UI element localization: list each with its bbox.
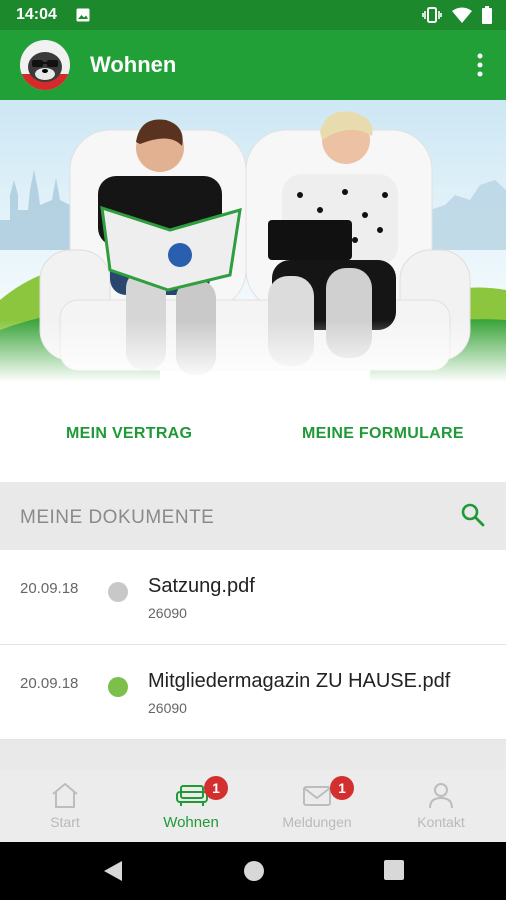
document-name: Satzung.pdf	[148, 575, 255, 597]
vibrate-icon	[422, 7, 442, 23]
status-bar: 14:04	[0, 0, 506, 30]
document-name: Mitgliedermagazin ZU HAUSE.pdf	[148, 670, 451, 692]
mail-icon	[303, 786, 331, 806]
nav-item-kontakt[interactable]: Kontakt	[378, 770, 504, 842]
documents-title: MEINE DOKUMENTE	[20, 507, 215, 528]
document-row[interactable]: 20.09.18 Mitgliedermagazin ZU HAUSE.pdf …	[0, 645, 506, 740]
list-background	[0, 740, 506, 770]
wifi-icon	[452, 7, 472, 23]
hero-illustration	[0, 111, 506, 382]
my-forms-button[interactable]: MEINE FORMULARE	[302, 425, 464, 443]
image-notification-icon	[76, 8, 90, 22]
my-contract-button[interactable]: MEIN VERTRAG	[66, 425, 192, 443]
home-icon	[52, 783, 78, 808]
hero-image	[0, 100, 506, 382]
recents-icon[interactable]	[383, 859, 405, 881]
nav-item-wohnen[interactable]: 1 Wohnen	[128, 770, 254, 842]
home-button-icon[interactable]	[242, 859, 266, 883]
status-icons	[422, 6, 492, 24]
app-bar: Wohnen	[0, 30, 506, 100]
notification-badge: 1	[330, 776, 354, 800]
nav-item-start[interactable]: Start	[2, 770, 128, 842]
quick-actions: MEIN VERTRAG MEINE FORMULARE	[0, 382, 506, 482]
status-dot	[108, 582, 128, 602]
nav-item-meldungen[interactable]: 1 Meldungen	[254, 770, 380, 842]
battery-icon	[482, 6, 492, 24]
document-size: 26090	[148, 605, 187, 621]
documents-header: MEINE DOKUMENTE	[0, 482, 506, 550]
nav-label: Wohnen	[163, 814, 219, 831]
status-dot	[108, 677, 128, 697]
status-time: 14:04	[16, 6, 57, 23]
document-size: 26090	[148, 700, 187, 716]
notification-badge: 1	[204, 776, 228, 800]
document-row[interactable]: 20.09.18 Satzung.pdf 26090	[0, 550, 506, 645]
more-options-icon[interactable]	[470, 52, 490, 78]
avatar[interactable]	[20, 40, 70, 90]
person-icon	[429, 783, 453, 809]
back-icon[interactable]	[102, 859, 124, 883]
nav-label: Kontakt	[417, 814, 465, 830]
bottom-navigation: Start 1 Wohnen 1 Meldungen Kontakt	[0, 770, 506, 842]
document-date: 20.09.18	[20, 580, 79, 597]
mascot-logo	[20, 52, 70, 90]
page-title: Wohnen	[90, 52, 177, 77]
nav-label: Meldungen	[282, 814, 352, 830]
nav-label: Start	[50, 814, 80, 830]
search-icon[interactable]	[460, 502, 486, 528]
system-navigation-bar	[0, 842, 506, 900]
document-date: 20.09.18	[20, 675, 79, 692]
